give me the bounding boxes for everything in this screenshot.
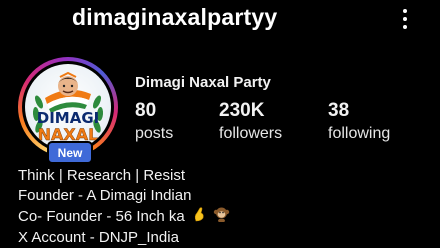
following-count: 38 — [328, 100, 350, 121]
bio-line: Think | Research | Resist — [18, 167, 186, 184]
bio-line-text: Co- Founder - 56 Inch ka — [18, 207, 185, 225]
monkey-icon — [213, 206, 230, 228]
pinched-fingers-icon — [191, 206, 207, 228]
bio-line: X Account - DNJP_India — [18, 229, 179, 246]
new-badge: New — [47, 141, 93, 164]
stat-posts[interactable]: 80 posts — [135, 101, 173, 142]
display-name: Dimagi Naxal Party — [135, 74, 271, 91]
profile-username: dimaginaxalpartyy — [72, 4, 278, 30]
posts-label: posts — [135, 125, 174, 142]
followers-count: 230K — [219, 100, 265, 121]
profile-bio: Think | Research | Resist Founder - A Di… — [18, 166, 230, 248]
bio-line: Co- Founder - 56 Inch ka — [18, 206, 230, 228]
stat-followers[interactable]: 230K followers — [219, 101, 282, 142]
followers-label: followers — [219, 125, 283, 142]
bio-line: Founder - A Dimagi Indian — [18, 187, 192, 204]
stat-following[interactable]: 38 following — [328, 101, 390, 142]
avatar-image: DIMAGI NAXAL PARTY — [25, 64, 111, 150]
logo-text-dimagi: DIMAGI — [36, 109, 100, 127]
more-vertical-icon[interactable] — [398, 9, 412, 29]
following-label: following — [328, 125, 391, 142]
posts-count: 80 — [135, 100, 157, 121]
